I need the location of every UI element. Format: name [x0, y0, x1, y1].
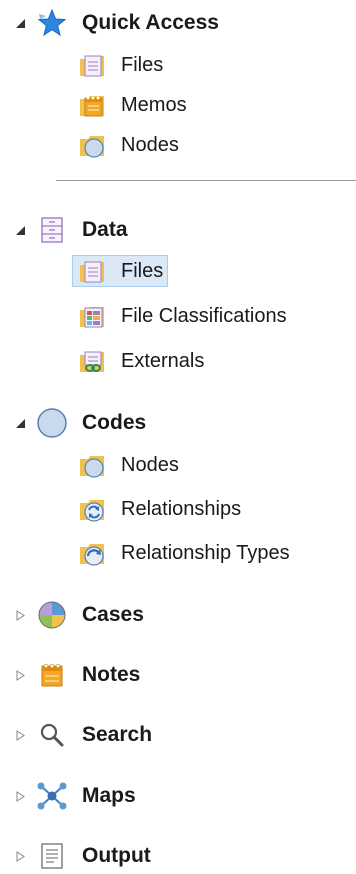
item-label: Relationships	[121, 497, 242, 520]
tree-section-maps[interactable]: Maps	[0, 778, 356, 814]
section-label: Notes	[82, 663, 141, 686]
memos-folder-icon	[76, 89, 108, 121]
files-folder-icon	[76, 255, 108, 287]
item-label: Files	[121, 259, 164, 282]
expanded-arrow-icon[interactable]	[14, 17, 26, 29]
externals-icon	[76, 345, 108, 377]
codes-circle-icon	[36, 407, 68, 439]
item-label: File Classifications	[121, 304, 287, 327]
expanded-arrow-icon[interactable]	[14, 224, 26, 236]
item-label: Relationship Types	[121, 541, 290, 564]
data-cabinet-icon	[36, 214, 68, 246]
collapsed-arrow-icon[interactable]	[14, 729, 26, 741]
tree-section-quick-access[interactable]: Quick Access	[0, 5, 356, 41]
star-icon	[36, 7, 68, 39]
tree-section-codes[interactable]: Codes	[0, 405, 356, 441]
tree-section-notes[interactable]: Notes	[0, 657, 356, 693]
nodes-folder-icon	[76, 449, 108, 481]
cases-icon	[36, 599, 68, 631]
output-icon	[36, 840, 68, 872]
relationship-types-icon	[76, 537, 108, 569]
relationships-icon	[76, 493, 108, 525]
files-folder-icon	[76, 49, 108, 81]
navigation-tree: Quick Access Files Memos Nodes Data File…	[0, 0, 356, 869]
tree-item-quick-access-nodes[interactable]: Nodes	[0, 127, 356, 163]
item-label: Externals	[121, 349, 205, 372]
item-label: Memos	[121, 93, 187, 116]
search-icon	[36, 719, 68, 751]
nodes-folder-icon	[76, 129, 108, 161]
collapsed-arrow-icon[interactable]	[14, 669, 26, 681]
maps-icon	[36, 780, 68, 812]
collapsed-arrow-icon[interactable]	[14, 850, 26, 862]
section-label: Output	[82, 844, 151, 867]
file-classifications-icon	[76, 300, 108, 332]
tree-item-quick-access-memos[interactable]: Memos	[0, 87, 356, 123]
tree-item-data-files[interactable]: Files	[0, 253, 356, 289]
tree-section-search[interactable]: Search	[0, 717, 356, 753]
item-label: Files	[121, 53, 164, 76]
section-label: Maps	[82, 784, 136, 807]
tree-section-output[interactable]: Output	[0, 838, 356, 874]
section-label: Search	[82, 723, 153, 746]
tree-item-codes-nodes[interactable]: Nodes	[0, 447, 356, 483]
tree-item-quick-access-files[interactable]: Files	[0, 47, 356, 83]
section-divider	[56, 180, 356, 181]
tree-item-relationships[interactable]: Relationships	[0, 491, 356, 527]
tree-section-cases[interactable]: Cases	[0, 597, 356, 633]
collapsed-arrow-icon[interactable]	[14, 609, 26, 621]
item-label: Nodes	[121, 133, 179, 156]
section-label: Codes	[82, 411, 147, 434]
expanded-arrow-icon[interactable]	[14, 417, 26, 429]
tree-item-file-classifications[interactable]: File Classifications	[0, 298, 356, 334]
section-label: Data	[82, 218, 128, 241]
tree-item-externals[interactable]: Externals	[0, 343, 356, 379]
collapsed-arrow-icon[interactable]	[14, 790, 26, 802]
section-label: Quick Access	[82, 11, 219, 34]
tree-section-data[interactable]: Data	[0, 212, 356, 248]
item-label: Nodes	[121, 453, 179, 476]
tree-item-relationship-types[interactable]: Relationship Types	[0, 535, 356, 571]
section-label: Cases	[82, 603, 144, 626]
notes-icon	[36, 659, 68, 691]
